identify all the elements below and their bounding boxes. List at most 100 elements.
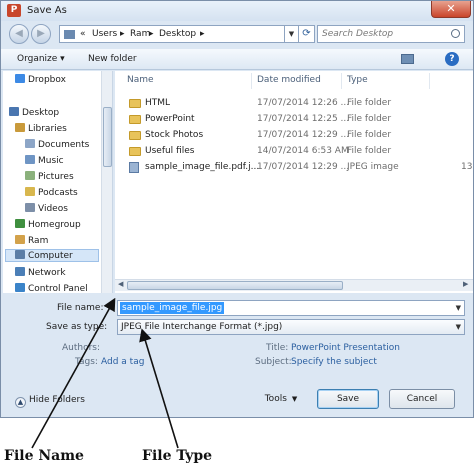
file-date: 17/07/2014 12:26 ... xyxy=(257,98,350,108)
folder-icon xyxy=(129,131,141,140)
close-icon: ✕ xyxy=(446,2,456,15)
file-size: 13 xyxy=(461,162,473,172)
specify-subject-link[interactable]: Specify the subject xyxy=(291,357,377,367)
authors-label: Authors: xyxy=(62,343,101,353)
search-input[interactable]: Search Desktop xyxy=(317,25,465,43)
file-date: 17/07/2014 12:29 ... xyxy=(257,130,350,140)
nav-item-computer[interactable]: Computer xyxy=(5,249,99,262)
file-type: File folder xyxy=(347,130,392,140)
new-folder-button[interactable]: New folder xyxy=(88,54,137,64)
documents-icon xyxy=(25,139,35,148)
nav-item-videos[interactable]: Videos xyxy=(25,203,68,214)
file-name-label: File name: xyxy=(57,303,104,313)
folder-icon xyxy=(129,99,141,108)
music-icon xyxy=(25,155,35,164)
file-row[interactable]: Stock Photos 17/07/2014 12:29 ... File f… xyxy=(115,128,473,143)
breadcrumb-users[interactable]: Users xyxy=(92,29,117,39)
file-date: 14/07/2014 6:53 AM xyxy=(257,146,349,156)
window-title: Save As xyxy=(27,5,67,16)
control-panel-icon xyxy=(15,283,25,292)
scrollbar-thumb[interactable] xyxy=(103,107,112,167)
nav-item-network[interactable]: Network xyxy=(15,267,66,278)
save-as-type-value: JPEG File Interchange Format (*.jpg) xyxy=(121,322,283,332)
column-divider xyxy=(429,73,430,89)
file-name-value: sample_image_file.jpg xyxy=(120,302,225,314)
tags-label: Tags: xyxy=(75,357,98,367)
chevron-down-icon[interactable]: ▼ xyxy=(456,323,461,331)
file-list: Name Date modified Type HTML 17/07/2014 … xyxy=(115,71,473,293)
add-tag-link[interactable]: Add a tag xyxy=(101,357,144,367)
file-name: HTML xyxy=(145,98,171,108)
libraries-icon xyxy=(15,123,25,132)
column-divider xyxy=(251,73,252,89)
organize-menu[interactable]: Organize ▾ xyxy=(17,54,65,64)
title-label: Title: xyxy=(266,343,289,353)
nav-item-libraries[interactable]: Libraries xyxy=(15,123,67,134)
nav-item-documents[interactable]: Documents xyxy=(25,139,89,150)
file-date: 17/07/2014 12:25 ... xyxy=(257,114,350,124)
file-name: Useful files xyxy=(145,146,195,156)
nav-item-ram[interactable]: Ram xyxy=(15,235,48,246)
file-row[interactable]: HTML 17/07/2014 12:26 ... File folder xyxy=(115,96,473,111)
scroll-right-icon[interactable]: ▶ xyxy=(463,280,468,288)
forward-arrow-icon: ▶ xyxy=(37,28,45,39)
breadcrumb-desktop[interactable]: Desktop xyxy=(159,29,196,39)
nav-item-pictures[interactable]: Pictures xyxy=(25,171,74,182)
nav-item-desktop[interactable]: Desktop xyxy=(9,107,59,118)
videos-icon xyxy=(25,203,35,212)
address-dropdown-button[interactable]: ▼ xyxy=(285,25,299,43)
help-icon[interactable]: ? xyxy=(445,52,459,66)
hide-folders-toggle[interactable]: ▲ Hide Folders xyxy=(15,395,85,408)
nav-item-control-panel[interactable]: Control Panel xyxy=(15,283,88,293)
breadcrumb-overflow[interactable]: « xyxy=(80,29,86,39)
podcasts-icon xyxy=(25,187,35,196)
save-button[interactable]: Save xyxy=(317,389,379,409)
refresh-button[interactable]: ⟳ xyxy=(299,25,315,43)
file-type-annotation: File Type xyxy=(142,448,213,464)
file-type: File folder xyxy=(347,114,392,124)
scrollbar-thumb[interactable] xyxy=(127,281,343,290)
nav-item-homegroup[interactable]: Homegroup xyxy=(15,219,81,230)
navigation-pane: Dropbox Desktop Libraries Documents Musi… xyxy=(3,71,113,293)
chevron-down-icon: ▼ xyxy=(288,30,295,38)
search-icon[interactable] xyxy=(451,29,460,38)
address-bar[interactable]: « Users ▸ Ram ▸ Desktop ▸ xyxy=(59,25,285,43)
forward-button[interactable]: ▶ xyxy=(31,24,51,44)
tools-button[interactable]: Tools ▼ xyxy=(253,389,309,409)
save-as-type-select[interactable]: JPEG File Interchange Format (*.jpg) ▼ xyxy=(117,319,465,335)
file-row[interactable]: sample_image_file.pdf.j... 17/07/2014 12… xyxy=(115,160,473,175)
file-list-horizontal-scrollbar[interactable]: ◀ ▶ xyxy=(115,279,473,291)
column-header-name[interactable]: Name xyxy=(127,75,154,85)
location-folder-icon xyxy=(64,30,75,39)
navigation-pane-scrollbar[interactable] xyxy=(101,71,112,293)
breadcrumb-separator-icon: ▸ xyxy=(200,29,205,39)
column-header-date-modified[interactable]: Date modified xyxy=(257,75,321,85)
change-view-icon[interactable] xyxy=(401,54,414,64)
cancel-button[interactable]: Cancel xyxy=(389,389,455,409)
nav-item-music[interactable]: Music xyxy=(25,155,64,166)
save-as-type-label: Save as type: xyxy=(46,322,108,332)
file-row[interactable]: PowerPoint 17/07/2014 12:25 ... File fol… xyxy=(115,112,473,127)
file-type: File folder xyxy=(347,98,392,108)
command-toolbar: Organize ▾ New folder ? xyxy=(1,49,473,70)
file-date: 17/07/2014 12:29 ... xyxy=(257,162,350,172)
column-header-type[interactable]: Type xyxy=(347,75,368,85)
breadcrumb-separator-icon: ▸ xyxy=(120,29,125,39)
file-name-annotation: File Name xyxy=(4,448,84,464)
breadcrumb-separator-icon: ▸ xyxy=(149,29,154,39)
nav-item-podcasts[interactable]: Podcasts xyxy=(25,187,78,198)
file-row[interactable]: Useful files 14/07/2014 6:53 AM File fol… xyxy=(115,144,473,159)
title-value[interactable]: PowerPoint Presentation xyxy=(291,343,400,353)
file-type: File folder xyxy=(347,146,392,156)
dropbox-icon xyxy=(15,74,25,83)
file-name-input[interactable]: sample_image_file.jpg ▼ xyxy=(117,300,465,316)
back-button[interactable]: ◀ xyxy=(9,24,29,44)
save-as-dialog: P Save As ✕ ◀ ▶ « Users ▸ Ram ▸ Desktop … xyxy=(0,0,474,418)
close-button[interactable]: ✕ xyxy=(431,1,471,18)
column-divider xyxy=(341,73,342,89)
breadcrumb-ram[interactable]: Ram xyxy=(130,29,150,39)
scroll-left-icon[interactable]: ◀ xyxy=(118,280,123,288)
back-arrow-icon: ◀ xyxy=(15,28,23,39)
nav-item-dropbox[interactable]: Dropbox xyxy=(15,74,66,85)
chevron-down-icon[interactable]: ▼ xyxy=(456,304,461,312)
